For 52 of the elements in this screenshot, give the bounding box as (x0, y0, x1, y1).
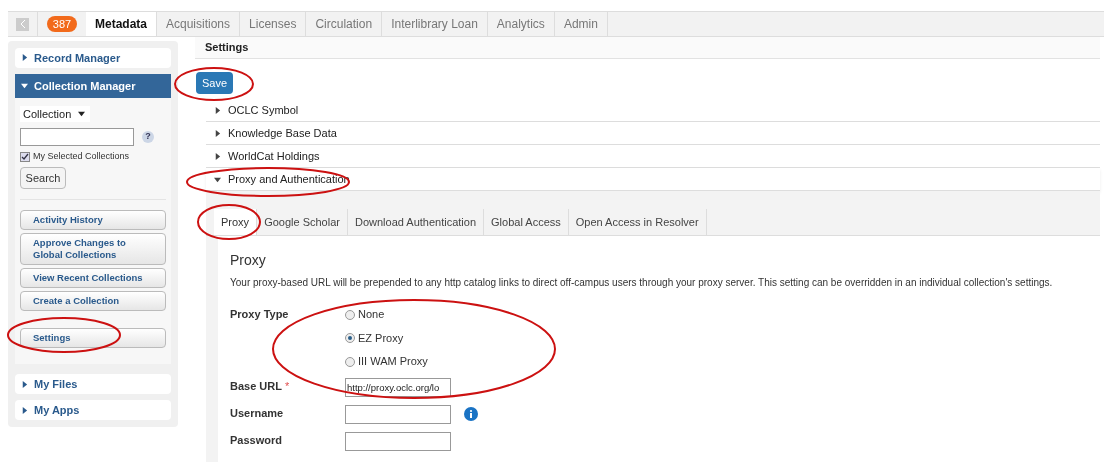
field-label: Base URL * (230, 378, 291, 394)
tab[interactable]: Proxy (214, 209, 258, 236)
field-label: Password (230, 432, 283, 448)
radio-button[interactable] (345, 356, 355, 367)
caret-right-icon (214, 129, 221, 137)
radio-option[interactable]: III WAM Proxy (345, 353, 428, 370)
checkbox-label: My Selected Collections (33, 149, 130, 163)
description-text: Your proxy-based URL will be prepended to any http catalog links to direct off-campus users through your proxy server. This setting can be overridden in an individual collection's settings. (230, 276, 1054, 291)
collection-dropdown[interactable]: Collection (20, 105, 90, 122)
caret-right-icon (214, 152, 221, 160)
caret-down-icon (21, 82, 28, 90)
nav-tab[interactable]: Circulation (306, 12, 383, 36)
menu-button[interactable]: Approve Changes to Global Collections (20, 233, 166, 266)
section-header[interactable]: My Apps (15, 400, 171, 420)
section-header[interactable]: Record Manager (15, 48, 171, 68)
menu-button[interactable]: Settings (20, 328, 166, 349)
nav-tab[interactable]: Metadata (86, 12, 157, 36)
checkbox[interactable] (20, 151, 30, 162)
section-header[interactable]: Collection Manager (15, 73, 171, 98)
radio-option[interactable]: EZ Proxy (345, 329, 428, 347)
caret-down-icon (78, 110, 85, 118)
section-heading: Proxy (230, 251, 267, 271)
menu-button[interactable]: Activity History (20, 210, 166, 231)
nav-tab[interactable]: Acquisitions (157, 12, 241, 36)
radio-button[interactable] (345, 309, 355, 320)
caret-right-icon (21, 406, 28, 414)
field-label: Proxy Type (230, 307, 290, 323)
nav-tab[interactable]: Interlibrary Loan (382, 12, 488, 36)
caret-right-icon (21, 380, 28, 388)
collapse-icon[interactable] (16, 17, 29, 31)
search-button[interactable]: Search (20, 167, 66, 190)
radio-button[interactable] (345, 333, 355, 343)
caret-right-icon (214, 106, 221, 114)
field-label: Username (230, 405, 285, 421)
annotation-ellipse (197, 204, 261, 240)
search-field[interactable] (20, 127, 134, 146)
caret-down-icon (214, 175, 221, 183)
radio-option[interactable]: None (345, 306, 428, 323)
nav-tab[interactable]: Analytics (487, 12, 555, 36)
text-field[interactable] (345, 431, 451, 451)
text-field[interactable]: http://proxy.oclc.org/lo (345, 377, 451, 397)
section-header[interactable]: My Files (15, 374, 171, 395)
info-icon[interactable] (464, 407, 478, 422)
help-icon[interactable]: ? (142, 130, 154, 143)
text-field[interactable] (345, 404, 451, 424)
menu-button[interactable]: View Recent Collections (20, 268, 166, 289)
nav-tab[interactable]: Admin (554, 12, 608, 36)
save-button[interactable]: Save (196, 72, 234, 95)
settings-header: Settings (195, 37, 1100, 59)
menu-button[interactable]: Create a Collection (20, 291, 166, 312)
nav-tab[interactable]: Licenses (240, 12, 307, 36)
caret-right-icon (21, 54, 28, 62)
